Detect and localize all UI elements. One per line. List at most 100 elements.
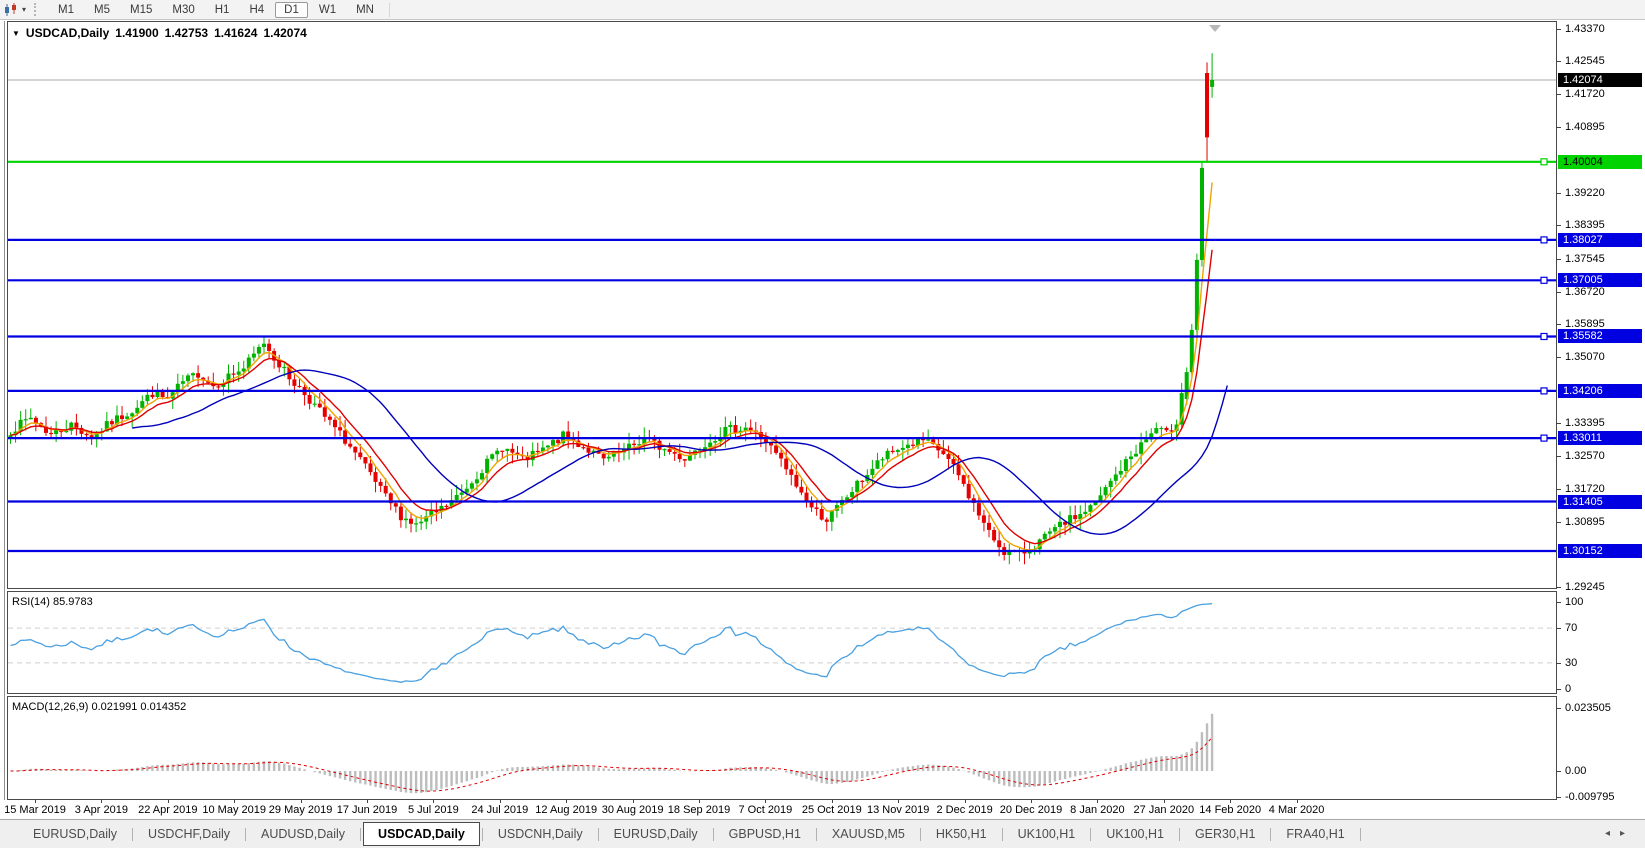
date-tick-mark — [765, 800, 766, 803]
date-label: 8 Jan 2020 — [1070, 804, 1124, 816]
chart-tab-usdcnh-daily[interactable]: USDCNH,Daily — [485, 823, 596, 845]
chart-tab-hk50-h1[interactable]: HK50,H1 — [923, 823, 1000, 845]
chart-title: ▼ USDCAD,Daily 1.41900 1.42753 1.41624 1… — [12, 26, 313, 40]
date-tick-mark — [832, 800, 833, 803]
price-tick-label: 1.30895 — [1565, 516, 1605, 528]
axis-tick-mark — [1556, 456, 1561, 457]
candlestick-chart-icon — [3, 3, 19, 17]
date-label: 7 Oct 2019 — [738, 804, 792, 816]
date-label: 15 Mar 2019 — [4, 804, 66, 816]
axis-tick-mark — [1556, 225, 1561, 226]
rsi-scale-label: 70 — [1565, 622, 1577, 634]
macd-scale-label: 0.023505 — [1565, 702, 1611, 714]
chart-tab-usdcad-daily[interactable]: USDCAD,Daily — [363, 822, 480, 846]
macd-label: MACD(12,26,9) 0.021991 0.014352 — [12, 701, 186, 713]
date-label: 4 Mar 2020 — [1269, 804, 1325, 816]
date-label: 17 Jun 2019 — [337, 804, 398, 816]
date-label: 10 May 2019 — [202, 804, 266, 816]
date-label: 20 Dec 2019 — [1000, 804, 1062, 816]
timeframe-button-m5[interactable]: M5 — [85, 2, 119, 18]
date-tick-mark — [35, 800, 36, 803]
chart-tab-eurusd-daily[interactable]: EURUSD,Daily — [20, 823, 130, 845]
timeframe-button-mn[interactable]: MN — [347, 2, 383, 18]
price-tick-label: 1.35070 — [1565, 351, 1605, 363]
date-tick-mark — [500, 800, 501, 803]
tab-divider — [1090, 828, 1091, 841]
axis-tick-mark — [1556, 771, 1561, 772]
chart-tab-fra40-h1[interactable]: FRA40,H1 — [1273, 823, 1357, 845]
ohlc-close: 1.42074 — [263, 26, 306, 40]
price-tick-label: 1.43370 — [1565, 23, 1605, 35]
axis-tick-mark — [1556, 61, 1561, 62]
tab-divider — [245, 828, 246, 841]
rsi-indicator-panel[interactable] — [7, 591, 1557, 694]
date-label: 3 Apr 2019 — [75, 804, 128, 816]
date-label: 22 Apr 2019 — [138, 804, 197, 816]
macd-canvas[interactable] — [8, 697, 1556, 799]
price-chart-canvas[interactable] — [8, 22, 1556, 588]
tab-scroll-left-icon[interactable]: ◂ — [1605, 828, 1620, 839]
macd-indicator-panel[interactable] — [7, 696, 1557, 800]
rsi-scale-label: 100 — [1565, 596, 1583, 608]
price-tick-label: 1.29245 — [1565, 581, 1605, 593]
ohlc-open: 1.41900 — [115, 26, 158, 40]
date-label: 5 Jul 2019 — [408, 804, 459, 816]
axis-tick-mark — [1556, 489, 1561, 490]
macd-scale-label: 0.00 — [1565, 765, 1586, 777]
chart-tab-uk100-h1[interactable]: UK100,H1 — [1005, 823, 1089, 845]
level-price-badge: 1.38027 — [1558, 233, 1642, 247]
chart-tab-eurusd-daily[interactable]: EURUSD,Daily — [601, 823, 711, 845]
current-price-badge: 1.42074 — [1558, 73, 1642, 87]
window-frame-edge — [4, 21, 5, 800]
chart-tab-uk100-h1[interactable]: UK100,H1 — [1093, 823, 1177, 845]
axis-tick-mark — [1556, 357, 1561, 358]
tab-divider — [598, 828, 599, 841]
date-tick-mark — [1031, 800, 1032, 803]
axis-tick-mark — [1556, 587, 1561, 588]
chart-tab-xauusd-m5[interactable]: XAUUSD,M5 — [819, 823, 918, 845]
chart-tab-ger30-h1[interactable]: GER30,H1 — [1182, 823, 1268, 845]
rsi-canvas[interactable] — [8, 592, 1556, 693]
date-tick-mark — [367, 800, 368, 803]
tab-divider — [816, 828, 817, 841]
price-chart-panel[interactable] — [7, 21, 1557, 589]
tab-divider — [920, 828, 921, 841]
date-label: 24 Jul 2019 — [471, 804, 528, 816]
price-tick-label: 1.33395 — [1565, 417, 1605, 429]
timeframe-button-w1[interactable]: W1 — [310, 2, 345, 18]
tab-divider — [1179, 828, 1180, 841]
trading-terminal: { "colors":{"bull":"#00b300","bear":"#e6… — [0, 0, 1645, 848]
tab-scroll-right-icon[interactable]: ▸ — [1620, 828, 1635, 839]
chart-tab-usdchf-daily[interactable]: USDCHF,Daily — [135, 823, 243, 845]
price-tick-label: 1.36720 — [1565, 286, 1605, 298]
toolbar-separator — [389, 3, 390, 17]
toolbar: ▾ M1M5M15M30H1H4D1W1MN — [0, 0, 1645, 20]
axis-tick-mark — [1556, 708, 1561, 709]
level-price-badge: 1.30152 — [1558, 544, 1642, 558]
timeframe-button-m15[interactable]: M15 — [121, 2, 161, 18]
price-axis: 1.433701.425451.417201.408951.392201.383… — [1556, 21, 1645, 800]
timeframe-button-m30[interactable]: M30 — [163, 2, 203, 18]
date-tick-mark — [234, 800, 235, 803]
tab-divider — [713, 828, 714, 841]
chart-tab-audusd-daily[interactable]: AUDUSD,Daily — [248, 823, 358, 845]
axis-tick-mark — [1556, 127, 1561, 128]
chart-type-button[interactable]: ▾ — [0, 3, 28, 17]
tab-divider — [1002, 828, 1003, 841]
axis-tick-mark — [1556, 602, 1561, 603]
chart-tab-gbpusd-h1[interactable]: GBPUSD,H1 — [716, 823, 814, 845]
tab-divider — [1360, 828, 1361, 841]
date-label: 14 Feb 2020 — [1199, 804, 1261, 816]
axis-tick-mark — [1556, 423, 1561, 424]
axis-tick-mark — [1556, 259, 1561, 260]
tab-scroll-arrows[interactable]: ◂▸ — [1605, 828, 1635, 839]
timeframe-button-m1[interactable]: M1 — [49, 2, 83, 18]
price-tick-label: 1.38395 — [1565, 219, 1605, 231]
timeframe-button-h4[interactable]: H4 — [240, 2, 273, 18]
level-price-badge: 1.35582 — [1558, 329, 1642, 343]
price-tick-label: 1.42545 — [1565, 55, 1605, 67]
date-tick-mark — [101, 800, 102, 803]
price-tick-label: 1.32570 — [1565, 450, 1605, 462]
timeframe-button-d1[interactable]: D1 — [275, 2, 308, 18]
timeframe-button-h1[interactable]: H1 — [206, 2, 239, 18]
